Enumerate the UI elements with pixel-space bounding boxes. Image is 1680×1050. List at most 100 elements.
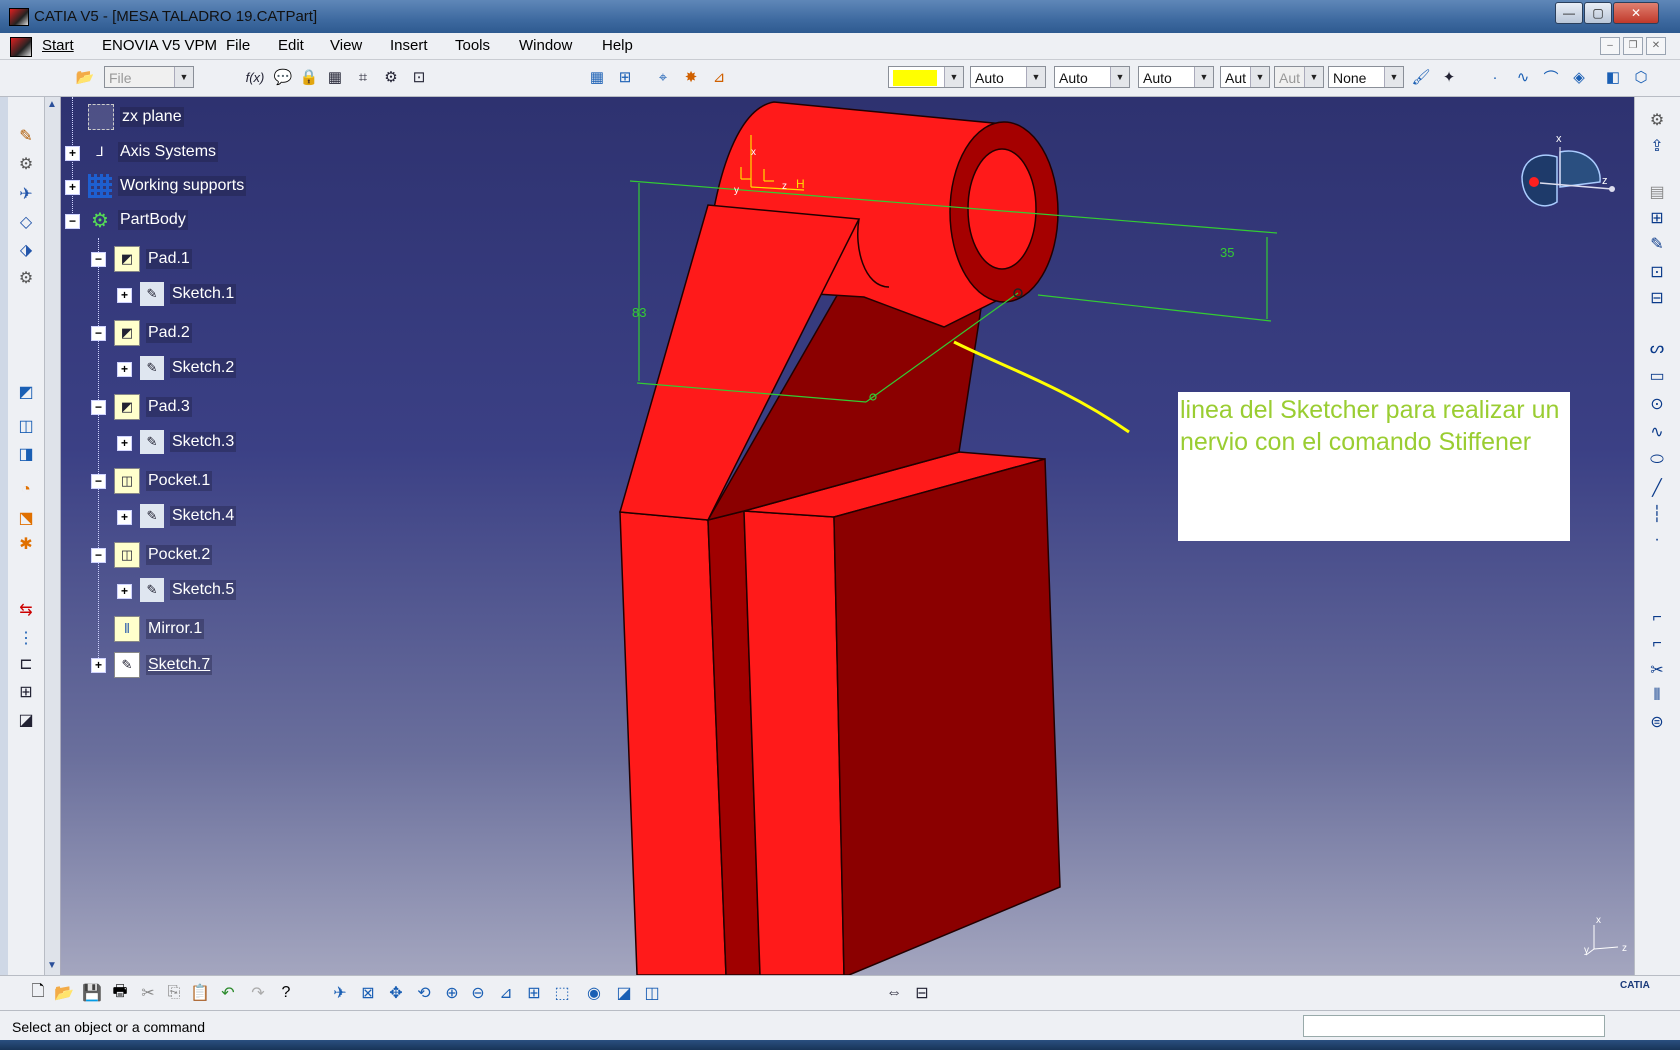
cut-icon[interactable]: ✂ bbox=[136, 982, 160, 1004]
offset-icon[interactable]: ⊜ bbox=[1645, 711, 1669, 733]
collapse-icon[interactable]: − bbox=[91, 474, 106, 489]
menu-tools[interactable]: Tools bbox=[455, 37, 490, 54]
thickness-select[interactable]: Auto ▼ bbox=[1054, 66, 1130, 88]
settings-icon[interactable]: ⚙ bbox=[14, 267, 38, 289]
intersect-icon[interactable]: ⊟ bbox=[1645, 287, 1669, 309]
paintbrush-icon[interactable]: 🖌 bbox=[1410, 66, 1432, 88]
expand-icon[interactable]: + bbox=[117, 436, 132, 451]
axis-line-icon[interactable]: ┆ bbox=[1645, 503, 1669, 525]
collapse-icon[interactable]: − bbox=[65, 214, 80, 229]
dimension-35[interactable]: 35 bbox=[1220, 245, 1234, 260]
linestyle-select[interactable]: Auto ▼ bbox=[1138, 66, 1214, 88]
profile-icon[interactable]: ⊞ bbox=[1645, 207, 1669, 229]
layer-select[interactable]: Aut ▼ bbox=[1220, 66, 1270, 88]
fly-mode-icon[interactable]: ✈ bbox=[328, 982, 352, 1004]
chevron-down-icon[interactable]: ▼ bbox=[1304, 67, 1323, 87]
fit-all-icon[interactable]: ⊠ bbox=[356, 982, 380, 1004]
expand-icon[interactable]: + bbox=[65, 180, 80, 195]
profile-tool-icon[interactable]: ᔕ bbox=[1645, 337, 1669, 359]
tree-scrollbar[interactable]: ▲ ▼ bbox=[44, 97, 61, 975]
pan-icon[interactable]: ✥ bbox=[384, 982, 408, 1004]
doc-minimize-button[interactable]: – bbox=[1600, 37, 1620, 55]
sketch-tool-icon[interactable]: ✎ bbox=[14, 125, 38, 147]
collapse-icon[interactable]: − bbox=[91, 548, 106, 563]
document-icon[interactable] bbox=[10, 37, 32, 57]
menu-start[interactable]: Start bbox=[42, 37, 74, 54]
whats-this-icon[interactable]: ? bbox=[274, 982, 298, 1004]
menu-edit[interactable]: Edit bbox=[278, 37, 304, 54]
open-file-icon[interactable]: 📂 bbox=[52, 982, 76, 1004]
constraint-tool-icon[interactable]: ⊏ bbox=[14, 653, 38, 675]
tree-node-sketch-3[interactable]: ✎ Sketch.3 bbox=[140, 430, 237, 454]
chevron-down-icon[interactable]: ▼ bbox=[1110, 67, 1129, 87]
open-folder-icon[interactable]: 📂 bbox=[74, 66, 96, 88]
corner-icon[interactable]: ⌐ bbox=[1645, 607, 1669, 629]
exit-workbench-icon[interactable]: ⚙ bbox=[1645, 109, 1669, 131]
chamfer-sketch-icon[interactable]: ⌐ bbox=[1645, 633, 1669, 655]
expand-icon[interactable]: + bbox=[117, 510, 132, 525]
sketch-plane-icon[interactable]: ✈ bbox=[14, 183, 38, 205]
render-style-icon[interactable]: ◉ bbox=[582, 982, 606, 1004]
redo-icon[interactable]: ↷ bbox=[246, 982, 270, 1004]
chevron-down-icon[interactable]: ▼ bbox=[1194, 67, 1213, 87]
gear-icon[interactable]: ⚙ bbox=[14, 153, 38, 175]
menu-view[interactable]: View bbox=[330, 37, 362, 54]
ellipse-icon[interactable]: ⬭ bbox=[1645, 449, 1669, 471]
tree-node-pocket-1[interactable]: ◫ Pocket.1 bbox=[114, 468, 213, 494]
apply-material-icon[interactable]: ◪ bbox=[14, 709, 38, 731]
expand-icon[interactable]: + bbox=[117, 362, 132, 377]
dimensional-constraint-icon[interactable]: ⊿ bbox=[708, 66, 730, 88]
point-tool-icon[interactable]: · bbox=[1645, 529, 1669, 551]
menu-window[interactable]: Window bbox=[519, 37, 572, 54]
expand-icon[interactable]: + bbox=[117, 584, 132, 599]
iso-view-icon[interactable]: ⬚ bbox=[550, 982, 574, 1004]
tree-node-pad-1[interactable]: ◩ Pad.1 bbox=[114, 246, 192, 272]
measure-icon[interactable]: ◈ bbox=[1568, 66, 1590, 88]
command-input[interactable] bbox=[1303, 1015, 1605, 1037]
chevron-down-icon[interactable]: ▼ bbox=[1250, 67, 1269, 87]
tree-node-sketch-4[interactable]: ✎ Sketch.4 bbox=[140, 504, 237, 528]
menu-file[interactable]: File bbox=[226, 37, 250, 54]
expand-icon[interactable]: + bbox=[117, 288, 132, 303]
expand-icon[interactable]: + bbox=[91, 658, 106, 673]
pattern-tool-icon[interactable]: ✱ bbox=[14, 533, 38, 555]
close-button[interactable]: ✕ bbox=[1613, 2, 1659, 24]
catia-app-icon[interactable] bbox=[9, 8, 29, 26]
render-select[interactable]: None ▼ bbox=[1328, 66, 1404, 88]
hide-show-icon[interactable]: ◪ bbox=[612, 982, 636, 1004]
catalog-icon[interactable]: ⌗ bbox=[352, 66, 374, 88]
exit-sketch-icon[interactable]: ⬡ bbox=[1630, 66, 1652, 88]
comment-icon[interactable]: 💬 bbox=[272, 66, 294, 88]
zoom-out-icon[interactable]: ⊖ bbox=[466, 982, 490, 1004]
line-icon[interactable]: ╱ bbox=[1645, 477, 1669, 499]
formula-icon[interactable]: f(x) bbox=[244, 66, 266, 88]
tree-node-axis-systems[interactable]: ⅃ Axis Systems bbox=[88, 140, 219, 164]
part-design-icon[interactable]: ◧ bbox=[1602, 66, 1624, 88]
spline-icon[interactable]: ∿ bbox=[1512, 66, 1534, 88]
paste-icon[interactable]: 📋 bbox=[188, 982, 212, 1004]
tree-node-sketch-5[interactable]: ✎ Sketch.5 bbox=[140, 578, 237, 602]
analysis-tool-icon[interactable]: ⊞ bbox=[14, 681, 38, 703]
swap-space-icon[interactable]: ◫ bbox=[640, 982, 664, 1004]
menu-insert[interactable]: Insert bbox=[390, 37, 428, 54]
shaft-tool-icon[interactable]: ◨ bbox=[14, 443, 38, 465]
rectangle-icon[interactable]: ▭ bbox=[1645, 365, 1669, 387]
collapse-icon[interactable]: − bbox=[91, 400, 106, 415]
point-icon[interactable]: · bbox=[1484, 66, 1506, 88]
expand-icon[interactable]: + bbox=[65, 146, 80, 161]
undo-icon[interactable]: ↶ bbox=[216, 982, 240, 1004]
layer2-select[interactable]: Aut ▼ bbox=[1274, 66, 1324, 88]
pad-tool-icon[interactable]: ◩ bbox=[14, 381, 38, 403]
scroll-down-icon[interactable]: ▼ bbox=[47, 960, 57, 971]
spline-tool-icon[interactable]: ∿ bbox=[1645, 421, 1669, 443]
project-icon[interactable]: ⊡ bbox=[1645, 261, 1669, 283]
transform-tool-icon[interactable]: ⇆ bbox=[14, 599, 38, 621]
dimension-83[interactable]: 83 bbox=[632, 305, 646, 320]
normal-view-icon[interactable]: ⊿ bbox=[494, 982, 518, 1004]
collapse-icon[interactable]: − bbox=[91, 252, 106, 267]
copy-icon[interactable]: ⎘ bbox=[162, 982, 186, 1004]
rotate-icon[interactable]: ⟲ bbox=[412, 982, 436, 1004]
grid-icon[interactable]: ▦ bbox=[586, 66, 608, 88]
tree-node-zx-plane[interactable]: zx plane bbox=[88, 104, 184, 130]
multi-view-icon[interactable]: ⊞ bbox=[522, 982, 546, 1004]
